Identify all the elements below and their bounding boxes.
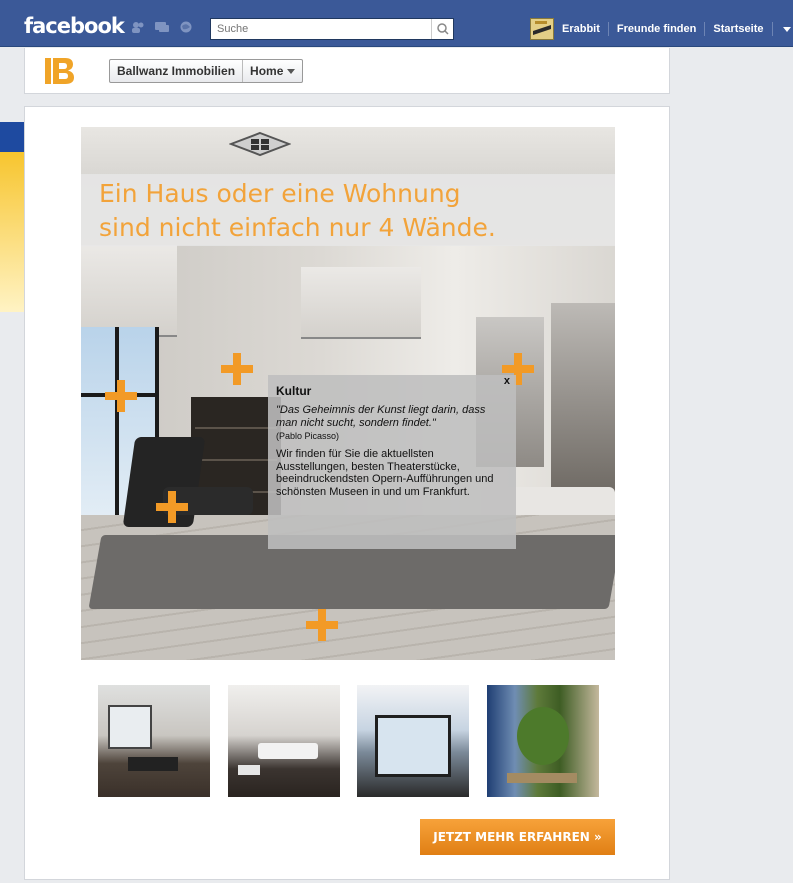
avatar-image-icon xyxy=(531,19,553,39)
headline-line-1: Ein Haus oder eine Wohnung xyxy=(99,179,461,208)
learn-more-button[interactable]: JETZT MEHR ERFAHREN » xyxy=(420,819,615,855)
popup-body: Wir finden für Sie die aktuellsten Ausst… xyxy=(276,448,494,498)
popup-quote-author: (Pablo Picasso) xyxy=(276,431,340,441)
search-field[interactable] xyxy=(210,18,454,40)
brand-logo[interactable] xyxy=(43,56,74,86)
thumbnail-tree xyxy=(517,707,569,765)
thumbnail-1[interactable] xyxy=(98,685,210,797)
top-nav: Erabbit Freunde finden Startseite xyxy=(530,18,791,40)
search-button[interactable] xyxy=(431,19,453,39)
page-title-button[interactable]: Ballwanz Immobilien Home xyxy=(109,59,304,83)
popup-quote: "Das Geheimnis der Kunst liegt darin, da… xyxy=(276,404,486,429)
thumbnail-2[interactable] xyxy=(228,685,340,797)
close-icon[interactable]: x xyxy=(504,375,510,387)
friend-requests-icon[interactable] xyxy=(131,21,145,33)
notifications-icon[interactable] xyxy=(179,21,193,33)
tab-home-label: Home xyxy=(250,64,284,78)
facebook-logo[interactable]: facebook xyxy=(24,14,125,38)
thumbnail-table xyxy=(238,765,260,775)
page-name[interactable]: Ballwanz Immobilien xyxy=(110,60,242,82)
nav-profile-link[interactable]: Erabbit xyxy=(554,23,608,35)
thumbnail-sofa xyxy=(128,757,178,771)
thumbnail-3[interactable] xyxy=(357,685,469,797)
ceiling-lamp-icon xyxy=(229,131,291,157)
profile-avatar[interactable] xyxy=(530,18,554,40)
window-blind xyxy=(81,245,177,337)
nav-find-friends-link[interactable]: Freunde finden xyxy=(609,23,704,35)
nav-home-link[interactable]: Startseite xyxy=(705,23,771,35)
hero-headline: Ein Haus oder eine Wohnung sind nicht ei… xyxy=(99,177,496,245)
chevron-down-icon xyxy=(287,69,296,75)
window-blind xyxy=(301,267,421,339)
plus-hotspot-icon[interactable] xyxy=(306,609,338,641)
search-icon xyxy=(437,23,449,35)
plus-hotspot-icon[interactable] xyxy=(221,353,253,385)
thumbnail-window xyxy=(375,715,451,777)
thumbnail-sofa xyxy=(258,743,318,759)
plus-hotspot-icon[interactable] xyxy=(156,491,188,523)
headline-line-2: sind nicht einfach nur 4 Wände. xyxy=(99,213,496,242)
search-input[interactable] xyxy=(211,19,441,39)
ceiling xyxy=(81,127,615,175)
account-menu-chevron-down-icon[interactable] xyxy=(773,22,791,36)
background-decoration xyxy=(0,122,24,312)
thumbnail-4[interactable] xyxy=(487,685,599,797)
ballwanz-logo-icon xyxy=(45,58,74,84)
thumbnail-window xyxy=(108,705,152,749)
info-popup: x Kultur "Das Geheimnis der Kunst liegt … xyxy=(268,375,516,549)
tab-selector[interactable]: Home xyxy=(242,60,302,82)
facebook-top-bar: facebook Erabbit Freunde finden Startsei… xyxy=(0,0,793,47)
hero-image: Ein Haus oder eine Wohnung sind nicht ei… xyxy=(81,127,615,660)
page-header: Ballwanz Immobilien Home xyxy=(24,48,670,94)
plus-hotspot-icon[interactable] xyxy=(105,380,137,412)
messages-icon[interactable] xyxy=(155,21,169,33)
wall-art xyxy=(551,303,615,493)
page-tab-content: Ein Haus oder eine Wohnung sind nicht ei… xyxy=(24,106,670,880)
thumbnail-planter xyxy=(507,773,577,783)
popup-title: Kultur xyxy=(276,384,312,398)
